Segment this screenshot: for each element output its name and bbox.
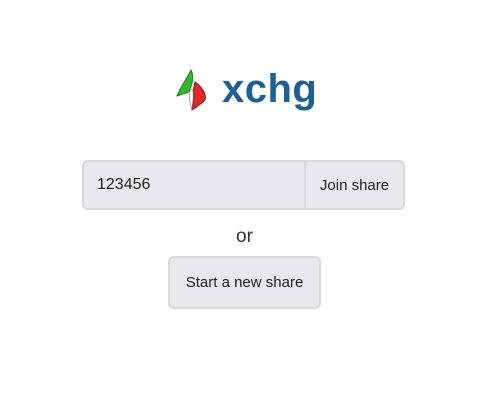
app-name: xchg: [222, 67, 318, 111]
join-share-button[interactable]: Join share: [304, 162, 403, 208]
share-code-input[interactable]: [84, 162, 304, 208]
app-logo: xchg: [175, 66, 317, 114]
join-share-form: Join share: [82, 160, 405, 210]
xchg-logo-icon: [176, 68, 206, 112]
start-new-share-button[interactable]: Start a new share: [168, 256, 321, 309]
or-separator: or: [236, 226, 253, 247]
